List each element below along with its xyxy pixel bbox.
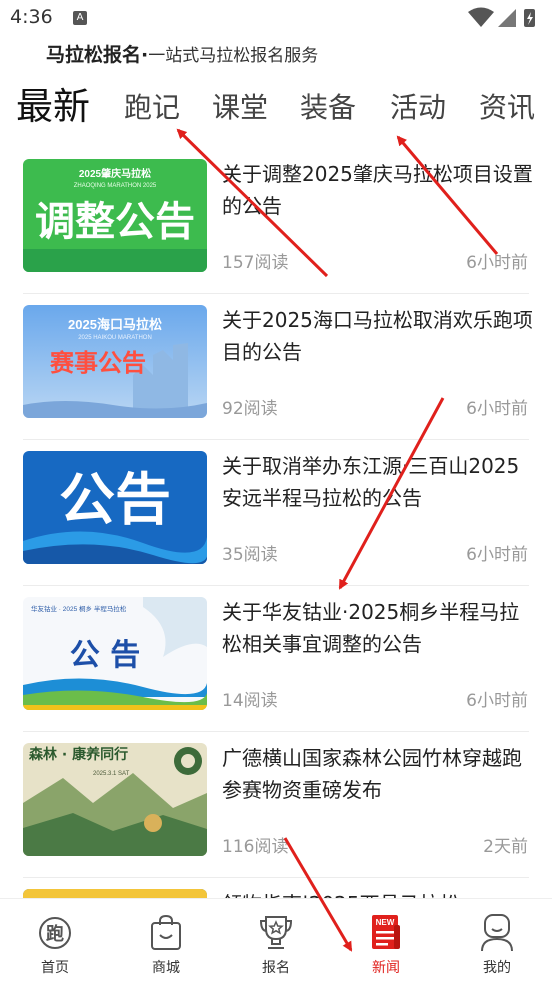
home-runner-icon: 跑 (39, 917, 71, 949)
shopping-bag-icon (151, 914, 181, 950)
thumb-sub-text: 2025.3.1 SAT (93, 771, 130, 777)
list-item[interactable]: 公告 关于取消举办东江源·三百山2025安远半程马拉松的公告 35阅读 6小时前 (0, 440, 552, 586)
list-item[interactable]: 华友钴业 · 2025 桐乡 半程马拉松 公 告 关于华友钴业·2025桐乡半程… (0, 586, 552, 732)
read-count: 157阅读 (222, 253, 289, 273)
status-time: 4:36 (10, 6, 53, 28)
tab-classroom[interactable]: 课堂 (212, 83, 268, 133)
tab-latest[interactable]: 最新 (16, 82, 90, 132)
news-thumbnail (23, 889, 207, 898)
thumb-big-text: 赛事公告 (49, 349, 146, 377)
tab-events[interactable]: 活动 (390, 83, 446, 133)
wifi-icon (468, 7, 494, 27)
app-subtitle: 一站式马拉松报名服务 (148, 46, 319, 66)
thumb-sub-text: 2025 HAIKOU MARATHON (78, 335, 152, 341)
read-count: 92阅读 (222, 399, 278, 419)
post-time: 2天前 (483, 837, 528, 857)
app-header: 马拉松报名·一站式马拉松报名服务 (46, 40, 318, 66)
news-thumbnail: 公告 (23, 451, 207, 564)
trophy-icon (259, 916, 293, 949)
news-title: 关于调整2025肇庆马拉松项目设置的公告 (222, 162, 533, 218)
news-thumbnail: 2025海口马拉松 2025 HAIKOU MARATHON 赛事公告 (23, 305, 207, 418)
bottom-nav: 跑 首页 商城 报名 NEW 新闻 我的 (0, 898, 552, 981)
thumb-top-text: 华友钴业 · 2025 桐乡 半程马拉松 (31, 604, 127, 613)
nav-news[interactable]: NEW 新闻 (346, 899, 426, 981)
thumb-top-text: 2025肇庆马拉松 (79, 167, 151, 180)
news-thumbnail: 森林 · 康养同行 2025.3.1 SAT (23, 743, 207, 856)
notification-icon: A (73, 11, 87, 25)
status-bar: 4:36 A (0, 0, 552, 36)
svg-text:跑: 跑 (46, 923, 64, 945)
nav-label: 我的 (483, 960, 511, 976)
nav-label: 商城 (152, 960, 180, 976)
post-time: 6小时前 (466, 253, 528, 273)
news-thumbnail: 华友钴业 · 2025 桐乡 半程马拉松 公 告 (23, 597, 207, 710)
profile-icon (481, 914, 513, 952)
thumb-top-text: 森林 · 康养同行 (29, 746, 128, 763)
nav-home[interactable]: 跑 首页 (15, 899, 95, 981)
news-list: 2025肇庆马拉松 ZHAOQING MARATHON 2025 调整公告 关于… (0, 148, 552, 898)
nav-label: 报名 (262, 960, 290, 976)
nav-profile[interactable]: 我的 (457, 899, 537, 981)
news-title: 领物指南|2025西昌马拉松 (222, 888, 534, 898)
news-thumbnail: 2025肇庆马拉松 ZHAOQING MARATHON 2025 调整公告 (23, 159, 207, 272)
list-item[interactable]: 2025肇庆马拉松 ZHAOQING MARATHON 2025 调整公告 关于… (0, 148, 552, 294)
list-item[interactable]: 森林 · 康养同行 2025.3.1 SAT 广德横山国家森林公园竹林穿越跑参赛… (0, 732, 552, 878)
thumb-big-text: 调整公告 (35, 199, 195, 245)
nav-register[interactable]: 报名 (236, 899, 316, 981)
app-title: 马拉松报名 (46, 44, 142, 66)
thumb-big-text: 公告 (59, 468, 171, 533)
nav-shop[interactable]: 商城 (126, 899, 206, 981)
post-time: 6小时前 (466, 545, 528, 565)
news-title: 关于华友钴业·2025桐乡半程马拉松相关事宜调整的公告 (222, 600, 520, 656)
news-title: 广德横山国家森林公园竹林穿越跑参赛物资重磅发布 (222, 746, 522, 802)
read-count: 14阅读 (222, 691, 278, 711)
news-badge: NEW (376, 918, 395, 927)
tab-gear[interactable]: 装备 (300, 83, 356, 133)
status-icons (468, 7, 535, 27)
thumb-big-text: 公 告 (70, 638, 140, 673)
read-count: 35阅读 (222, 545, 278, 565)
thumb-sub-text: ZHAOQING MARATHON 2025 (74, 183, 157, 189)
news-icon: NEW (372, 915, 400, 949)
list-item[interactable]: 领物指南|2025西昌马拉松 (0, 878, 552, 898)
signal-icon (498, 9, 516, 27)
thumb-top-text: 2025海口马拉松 (68, 317, 162, 332)
post-time: 6小时前 (466, 399, 528, 419)
tab-run-log[interactable]: 跑记 (124, 83, 180, 133)
read-count: 116阅读 (222, 837, 289, 857)
list-item[interactable]: 2025海口马拉松 2025 HAIKOU MARATHON 赛事公告 关于20… (0, 294, 552, 440)
news-title: 关于2025海口马拉松取消欢乐跑项目的公告 (222, 308, 533, 364)
nav-label: 首页 (41, 960, 69, 976)
post-time: 6小时前 (466, 691, 528, 711)
tab-news[interactable]: 资讯 (479, 83, 535, 133)
news-title: 关于取消举办东江源·三百山2025安远半程马拉松的公告 (222, 454, 520, 510)
category-tabs: 最新 跑记 课堂 装备 活动 资讯 (0, 80, 552, 140)
nav-label: 新闻 (372, 960, 400, 976)
